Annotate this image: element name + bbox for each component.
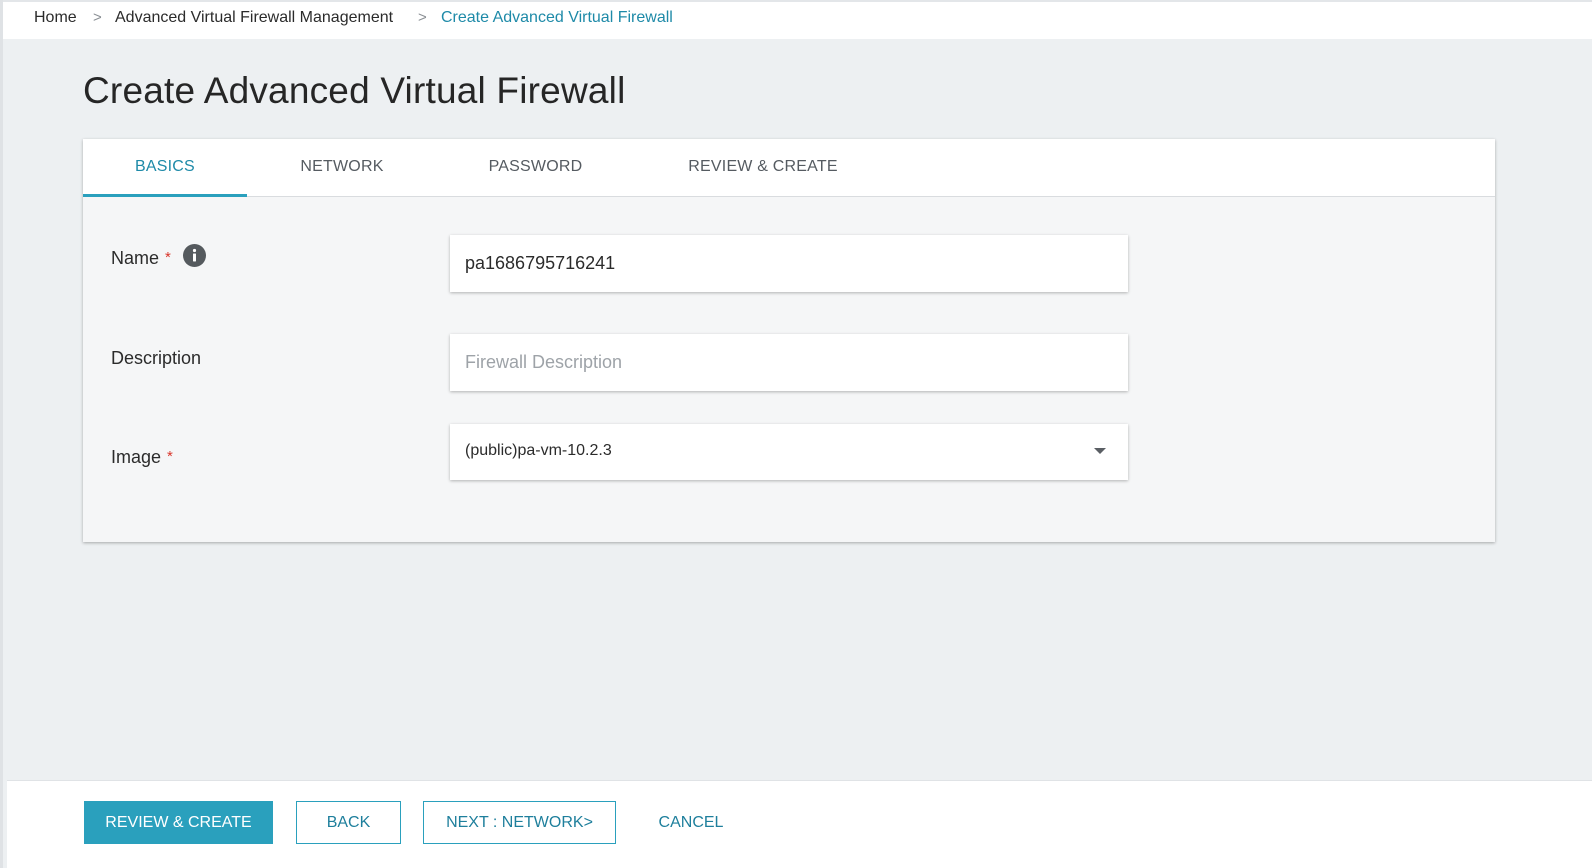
breadcrumb-current: Create Advanced Virtual Firewall xyxy=(441,9,673,26)
breadcrumb-separator: > xyxy=(93,9,102,26)
info-icon[interactable] xyxy=(183,244,206,267)
caret-down-icon xyxy=(1094,448,1106,454)
page: Home > Advanced Virtual Firewall Managem… xyxy=(0,0,1592,868)
name-label-text: Name xyxy=(111,248,160,268)
required-mark: * xyxy=(165,249,171,266)
image-select-value: (public)pa-vm-10.2.3 xyxy=(465,442,612,459)
name-label: Name * xyxy=(111,248,171,269)
description-input[interactable] xyxy=(450,334,1128,391)
image-label: Image * xyxy=(111,447,173,468)
tab-basics[interactable]: BASICS xyxy=(83,139,247,197)
breadcrumb-firewall-management[interactable]: Advanced Virtual Firewall Management xyxy=(115,9,393,27)
image-label-text: Image xyxy=(111,447,162,467)
tab-network[interactable]: NETWORK xyxy=(273,139,411,197)
description-label: Description xyxy=(111,348,202,368)
form-card: BASICS NETWORK PASSWORD REVIEW & CREATE … xyxy=(83,139,1495,542)
tab-password[interactable]: PASSWORD xyxy=(463,139,608,197)
tab-bar: BASICS NETWORK PASSWORD REVIEW & CREATE xyxy=(83,139,1495,197)
required-mark: * xyxy=(167,448,173,465)
page-title: Create Advanced Virtual Firewall xyxy=(83,70,626,111)
back-button[interactable]: BACK xyxy=(296,801,401,844)
breadcrumb-separator: > xyxy=(418,9,427,26)
breadcrumb-home[interactable]: Home xyxy=(34,9,77,27)
cancel-button[interactable]: CANCEL xyxy=(640,801,742,844)
footer-actions: REVIEW & CREATE BACK NEXT : NETWORK> CAN… xyxy=(7,780,1592,868)
image-select[interactable]: (public)pa-vm-10.2.3 xyxy=(450,424,1128,480)
next-network-button[interactable]: NEXT : NETWORK> xyxy=(423,801,616,844)
tab-review-create[interactable]: REVIEW & CREATE xyxy=(673,139,853,197)
breadcrumb: Home > Advanced Virtual Firewall Managem… xyxy=(3,0,1592,39)
name-input[interactable] xyxy=(450,235,1128,292)
review-create-button[interactable]: REVIEW & CREATE xyxy=(84,801,273,844)
